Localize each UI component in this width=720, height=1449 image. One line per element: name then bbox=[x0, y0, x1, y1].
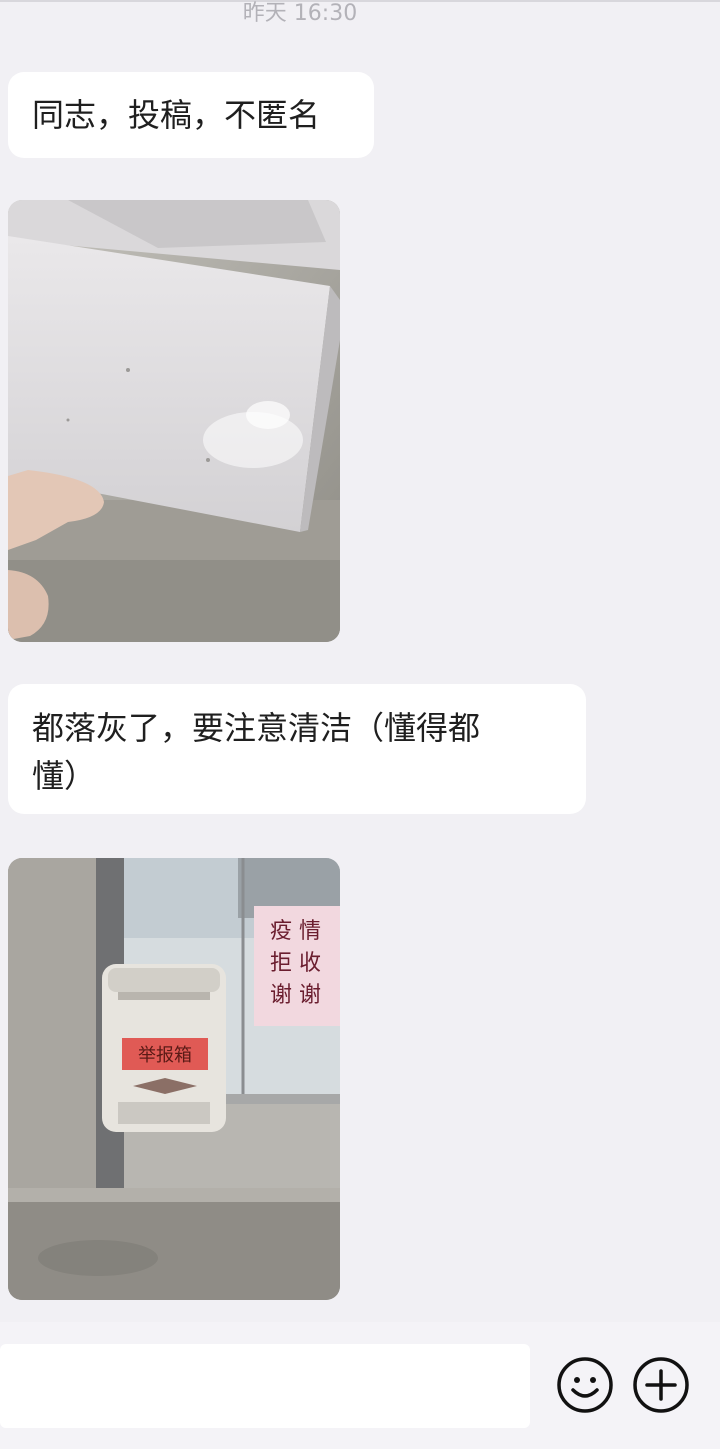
sign-line-2: 拒 收 bbox=[270, 951, 321, 976]
image-message-report-box[interactable]: 疫 情 拒 收 谢 谢 举报箱 bbox=[8, 858, 340, 1300]
report-box-label: 举报箱 bbox=[138, 1045, 192, 1066]
text-message-bubble[interactable]: 都落灰了，要注意清洁（懂得都 懂） bbox=[8, 684, 586, 814]
smiley-face-icon[interactable] bbox=[556, 1356, 614, 1414]
text-message-bubble[interactable]: 同志，投稿，不匿名 bbox=[8, 72, 374, 158]
sign-line-3: 谢 谢 bbox=[270, 983, 321, 1008]
plus-circle-icon[interactable] bbox=[632, 1356, 690, 1414]
message-input[interactable] bbox=[0, 1344, 530, 1428]
sign-line-1: 疫 情 bbox=[270, 919, 321, 944]
image-message-dusty-box[interactable] bbox=[8, 200, 340, 642]
message-timestamp: 昨天 16:30 bbox=[242, 1, 358, 26]
